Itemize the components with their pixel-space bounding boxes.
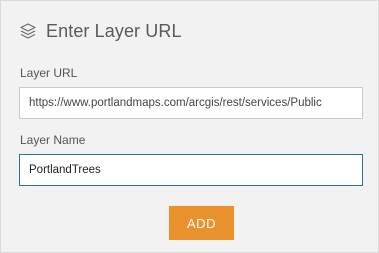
layers-icon <box>19 22 37 40</box>
layer-url-input[interactable] <box>19 87 363 119</box>
panel-title: Enter Layer URL <box>46 20 182 41</box>
panel-header: Enter Layer URL <box>19 19 182 43</box>
layer-name-input[interactable] <box>19 154 363 186</box>
add-button[interactable]: ADD <box>169 206 234 240</box>
layer-url-label: Layer URL <box>20 66 78 80</box>
add-layer-panel: Enter Layer URL Layer URL Layer Name ADD <box>0 0 379 253</box>
layer-name-label: Layer Name <box>20 133 86 147</box>
